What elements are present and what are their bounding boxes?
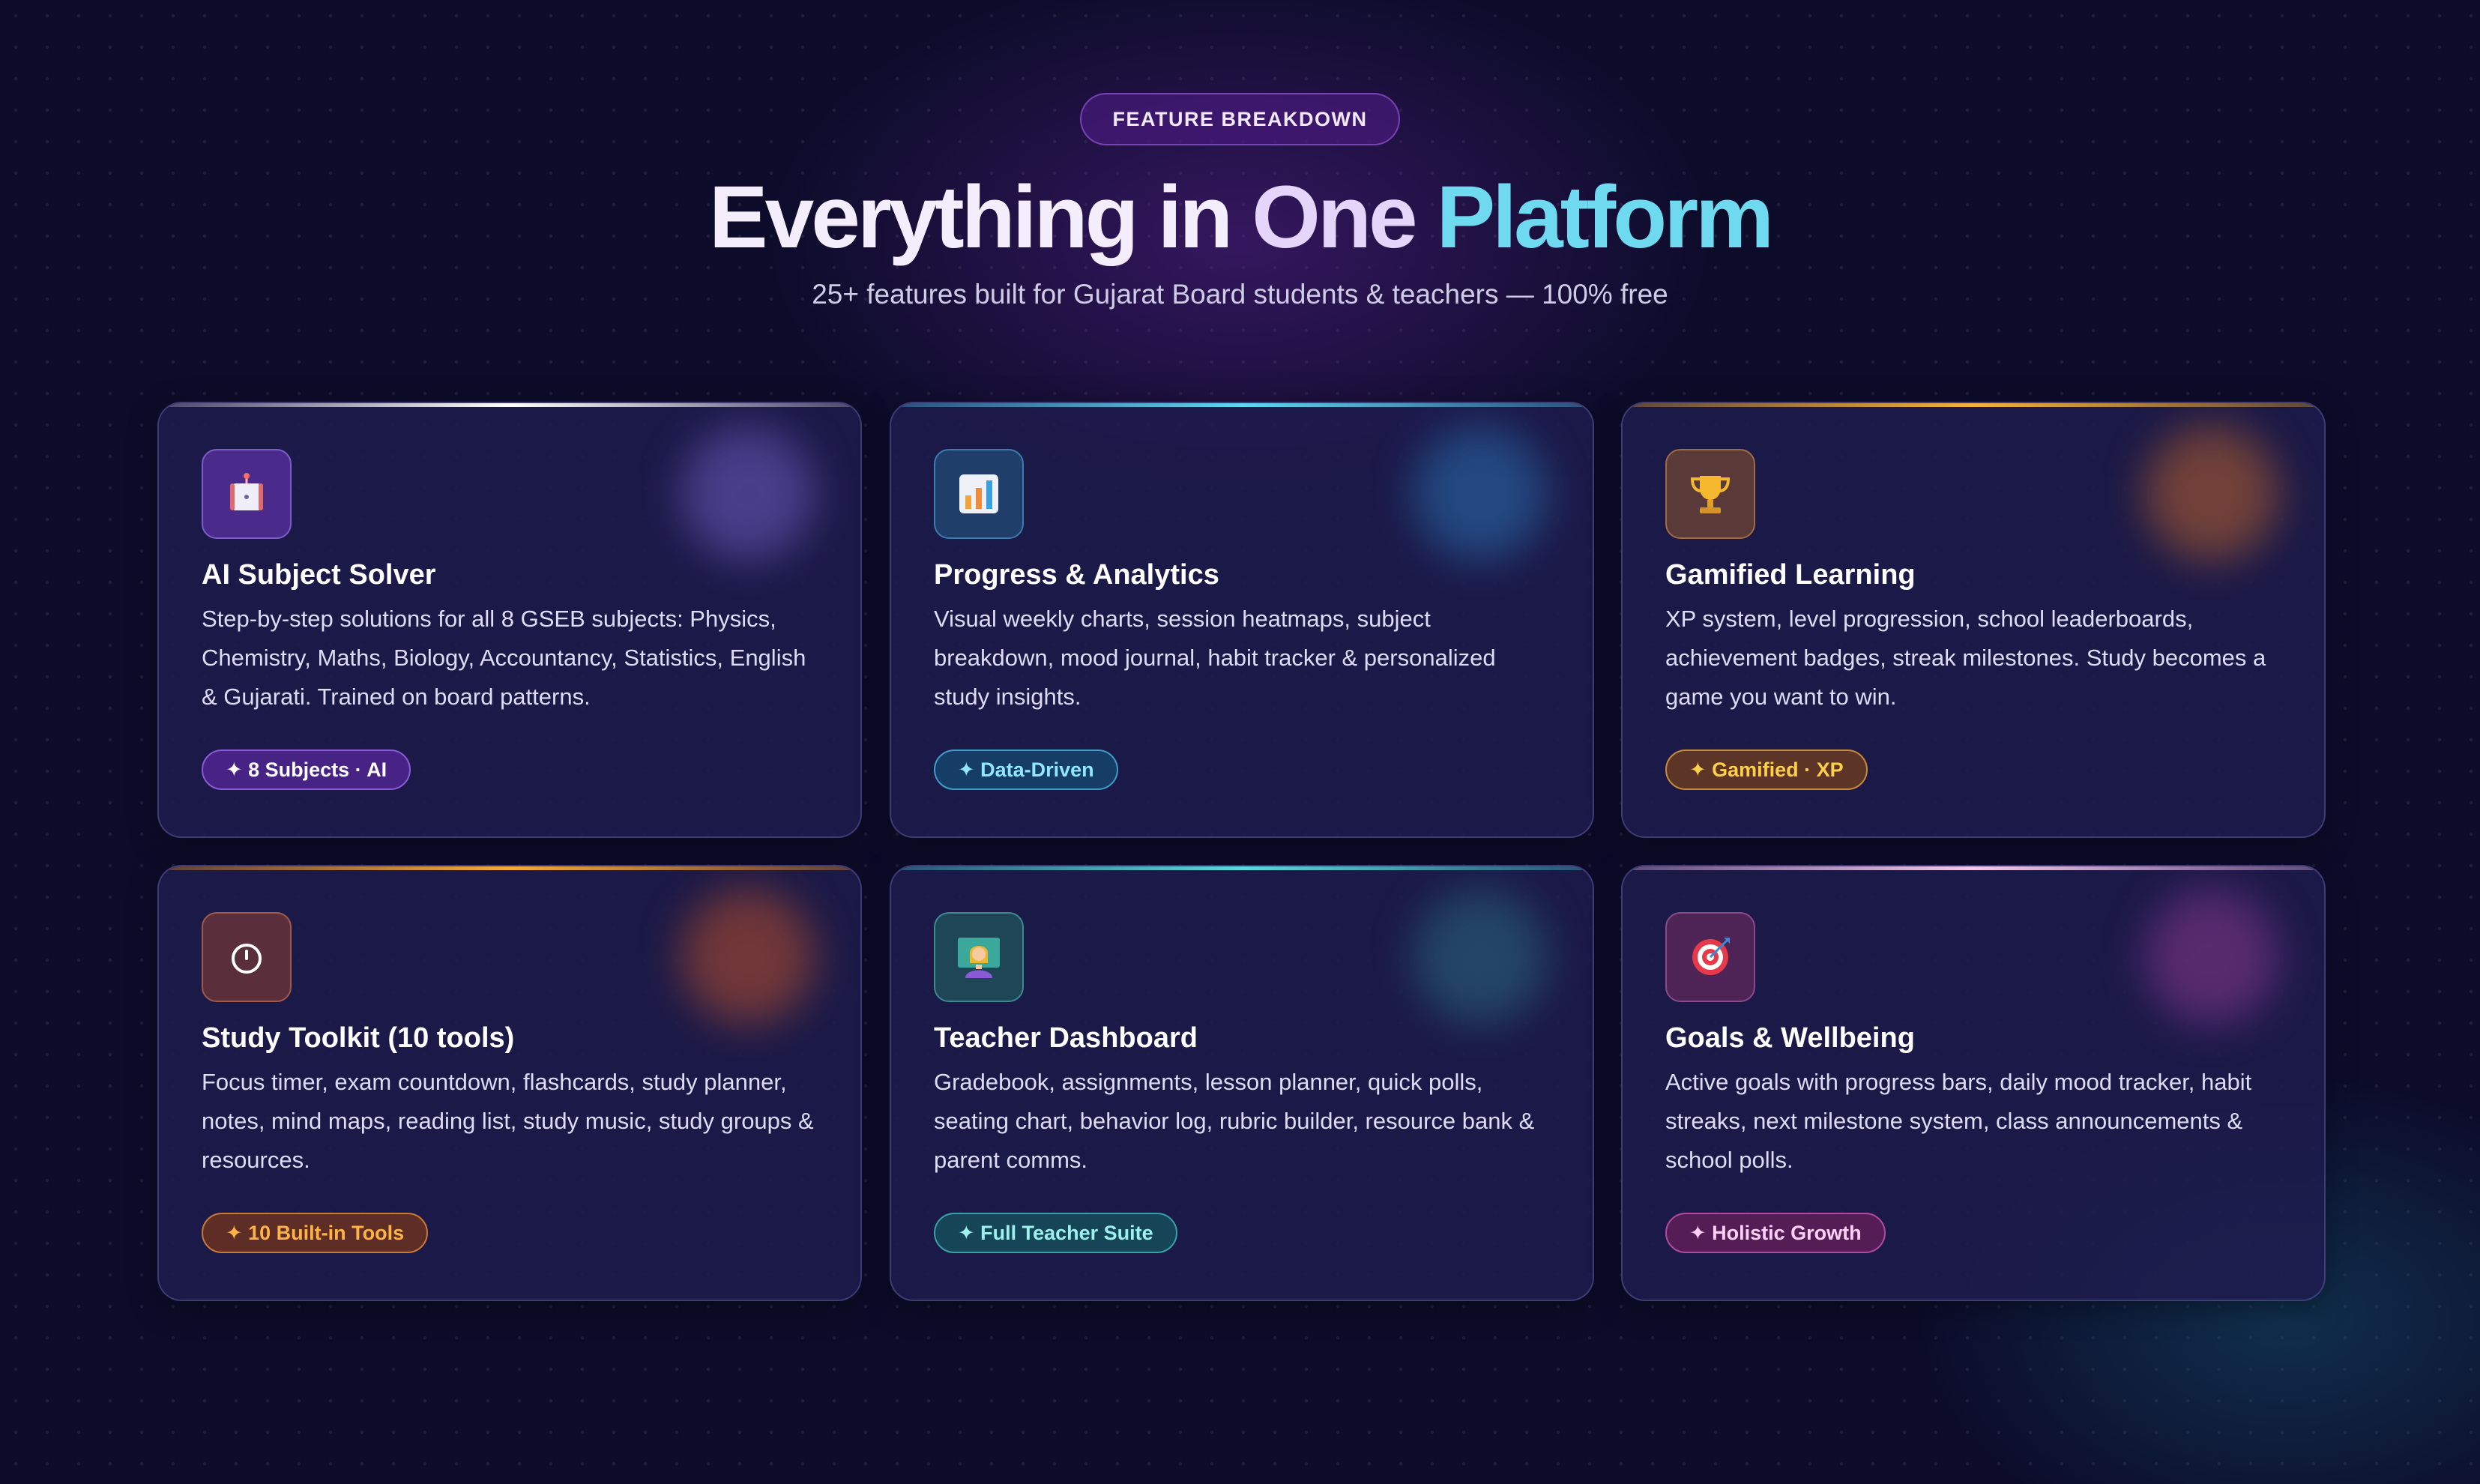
target-icon bbox=[1665, 912, 1755, 1002]
card-title: Teacher Dashboard bbox=[934, 1022, 1198, 1054]
card-description: XP system, level progression, school lea… bbox=[1665, 606, 2266, 710]
teacher-icon bbox=[934, 912, 1024, 1002]
card-glow bbox=[681, 426, 815, 561]
card-accent-line bbox=[891, 403, 1593, 407]
feature-card-progress-analytics[interactable]: Progress & Analytics Visual weekly chart… bbox=[890, 402, 1594, 838]
feature-card-teacher-dashboard[interactable]: Teacher Dashboard Gradebook, assignments… bbox=[890, 865, 1594, 1301]
page-subtitle: 25+ features built for Gujarat Board stu… bbox=[812, 279, 1668, 310]
card-glow bbox=[2144, 889, 2279, 1024]
card-glow bbox=[1413, 426, 1548, 561]
card-glow bbox=[1413, 889, 1548, 1024]
card-accent-line bbox=[1623, 866, 2324, 870]
features-section: FEATURE BREAKDOWN Everything in One Plat… bbox=[0, 0, 2480, 1484]
trophy-icon bbox=[1665, 449, 1755, 539]
card-description: Focus timer, exam countdown, flashcards,… bbox=[202, 1069, 814, 1173]
card-accent-line bbox=[159, 403, 860, 407]
card-glow bbox=[2144, 426, 2279, 561]
card-description: Active goals with progress bars, daily m… bbox=[1665, 1069, 2252, 1173]
card-tag: ✦ 8 Subjects · AI bbox=[202, 749, 411, 790]
robot-icon bbox=[202, 449, 292, 539]
card-title: Gamified Learning bbox=[1665, 559, 1916, 591]
card-description: Step-by-step solutions for all 8 GSEB su… bbox=[202, 606, 806, 710]
card-tag: ✦ Holistic Growth bbox=[1665, 1213, 1886, 1253]
timer-icon bbox=[202, 912, 292, 1002]
card-tag: ✦ Data-Driven bbox=[934, 749, 1118, 790]
card-description: Visual weekly charts, session heatmaps, … bbox=[934, 606, 1496, 710]
feature-card-gamified-learning[interactable]: Gamified Learning XP system, level progr… bbox=[1621, 402, 2326, 838]
feature-card-study-toolkit[interactable]: Study Toolkit (10 tools) Focus timer, ex… bbox=[157, 865, 862, 1301]
card-title: AI Subject Solver bbox=[202, 559, 436, 591]
title-part-1: Everything in bbox=[708, 168, 1252, 267]
page-title: Everything in One Platform bbox=[0, 165, 2480, 270]
title-part-3: Platform bbox=[1436, 168, 1774, 267]
card-tag: ✦ 10 Built-in Tools bbox=[202, 1213, 429, 1253]
card-title: Progress & Analytics bbox=[934, 559, 1219, 591]
feature-card-goals-wellbeing[interactable]: Goals & Wellbeing Active goals with prog… bbox=[1621, 865, 2326, 1301]
feature-card-ai-subject-solver[interactable]: AI Subject Solver Step-by-step solutions… bbox=[157, 402, 862, 838]
card-tag: ✦ Full Teacher Suite bbox=[934, 1213, 1177, 1253]
card-accent-line bbox=[891, 866, 1593, 870]
card-title: Study Toolkit (10 tools) bbox=[202, 1022, 515, 1054]
card-accent-line bbox=[159, 866, 860, 870]
card-description: Gradebook, assignments, lesson planner, … bbox=[934, 1069, 1535, 1173]
card-glow bbox=[681, 889, 815, 1024]
card-accent-line bbox=[1623, 403, 2324, 407]
feature-breakdown-badge: FEATURE BREAKDOWN bbox=[1079, 93, 1401, 145]
card-title: Goals & Wellbeing bbox=[1665, 1022, 1915, 1054]
bar-chart-icon bbox=[934, 449, 1024, 539]
title-part-2: One bbox=[1252, 168, 1437, 267]
card-tag: ✦ Gamified · XP bbox=[1665, 749, 1868, 790]
